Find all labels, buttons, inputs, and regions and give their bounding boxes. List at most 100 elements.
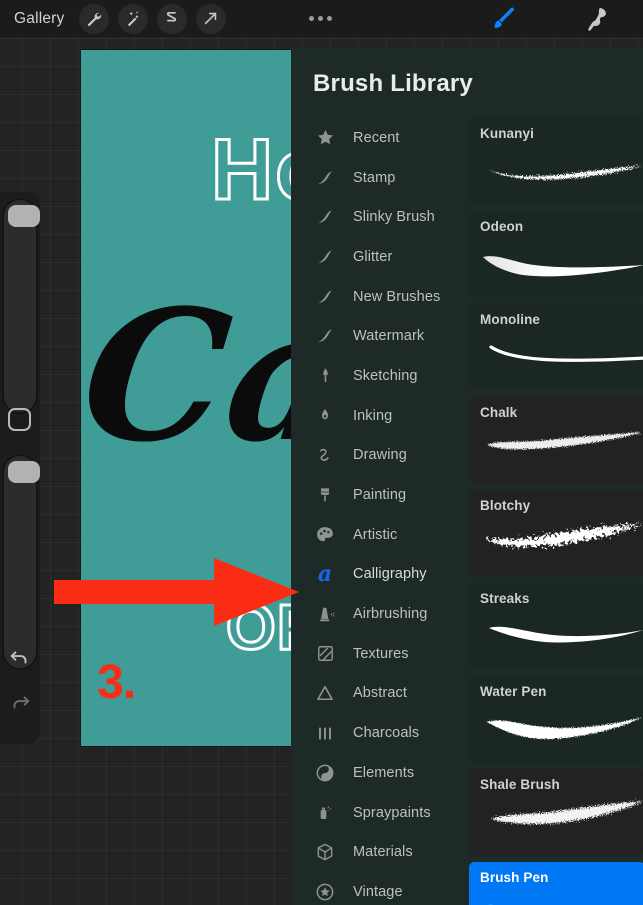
selection-icon[interactable] — [156, 3, 187, 34]
brush-name: Shale Brush — [480, 777, 560, 792]
palette-icon — [305, 515, 345, 555]
brush-category-elements[interactable]: Elements — [291, 753, 469, 793]
brush-category-label: New Brushes — [353, 288, 441, 305]
brush-category-stamp[interactable]: Stamp — [291, 158, 469, 198]
brush-card-chalk[interactable]: Chalk — [469, 397, 643, 483]
squiggle-icon — [305, 436, 345, 476]
brush-preview-stroke — [469, 609, 643, 667]
brush-card-brush-pen[interactable]: Brush Pen — [469, 862, 643, 905]
letter-a-icon: a — [317, 561, 333, 588]
brush-stroke-icon — [305, 158, 345, 198]
brush-stroke-icon — [305, 197, 345, 237]
star-icon — [305, 118, 345, 158]
brush-card-shale-brush[interactable]: Shale Brush — [469, 769, 643, 855]
brush-card-monoline[interactable]: Monoline — [469, 304, 643, 390]
undo-button[interactable] — [9, 646, 31, 673]
brush-category-label: Watermark — [353, 328, 425, 345]
brush-category-charcoals[interactable]: Charcoals — [291, 713, 469, 753]
brush-category-abstract[interactable]: Abstract — [291, 674, 469, 714]
modify-button[interactable] — [8, 408, 31, 431]
brush-category-list[interactable]: Recent Stamp Slinky Brush Glitter New Br… — [291, 118, 469, 905]
brush-card-blotchy[interactable]: Blotchy — [469, 490, 643, 576]
brush-name: Chalk — [480, 405, 518, 420]
brush-category-slinky-brush[interactable]: Slinky Brush — [291, 197, 469, 237]
undo-redo-group — [0, 646, 40, 718]
opacity-slider-thumb[interactable] — [8, 461, 40, 483]
more-dots-icon[interactable] — [309, 16, 333, 21]
yin-yang-icon — [305, 753, 345, 793]
spray-can-icon — [305, 793, 345, 833]
brush-library-panel: Brush Library Recent Stamp Slinky Brush — [291, 48, 643, 905]
brush-preview-stroke — [469, 795, 643, 853]
paint-brush-icon[interactable] — [485, 3, 521, 35]
brush-category-label: Materials — [353, 844, 413, 861]
opacity-slider[interactable] — [2, 454, 40, 670]
brush-category-materials[interactable]: Materials — [291, 832, 469, 872]
brush-category-watermark[interactable]: Watermark — [291, 316, 469, 356]
brush-category-airbrushing[interactable]: Airbrushing — [291, 594, 469, 634]
actions-wrench-icon[interactable] — [78, 3, 109, 34]
brush-category-spraypaints[interactable]: Spraypaints — [291, 793, 469, 833]
transform-arrow-icon[interactable] — [195, 3, 226, 34]
triangle-icon — [305, 674, 345, 714]
brush-category-new-brushes[interactable]: New Brushes — [291, 277, 469, 317]
brush-category-label: Glitter — [353, 248, 393, 265]
adjustments-wand-icon[interactable] — [117, 3, 148, 34]
top-toolbar: Gallery — [0, 0, 643, 37]
airbrush-icon — [305, 594, 345, 634]
gallery-button[interactable]: Gallery — [14, 10, 65, 28]
brush-card-kunanyi[interactable]: Kunanyi — [469, 118, 643, 204]
brush-size-slider[interactable] — [2, 198, 40, 414]
brush-card-streaks[interactable]: Streaks — [469, 583, 643, 669]
brush-name: Kunanyi — [480, 126, 534, 141]
brush-category-drawing[interactable]: Drawing — [291, 436, 469, 476]
annotation-arrow-icon — [54, 558, 299, 631]
brush-category-label: Charcoals — [353, 725, 420, 742]
brush-category-calligraphy[interactable]: a Calligraphy — [291, 555, 469, 595]
brush-preview-stroke — [469, 888, 643, 905]
brush-name: Brush Pen — [480, 870, 549, 885]
brush-size-slider-thumb[interactable] — [8, 205, 40, 227]
brush-category-textures[interactable]: Textures — [291, 634, 469, 674]
brush-category-label: Stamp — [353, 169, 396, 186]
brush-list[interactable]: Kunanyi Odeon Monoline Chalk Blotchy Str… — [469, 118, 643, 905]
procreate-app-window: Ho Ca OF Gallery 3. Brush Library Recent… — [0, 0, 643, 905]
brush-category-label: Spraypaints — [353, 804, 431, 821]
brush-library-title: Brush Library — [313, 70, 473, 97]
brush-category-inking[interactable]: Inking — [291, 396, 469, 436]
brush-card-odeon[interactable]: Odeon — [469, 211, 643, 297]
brush-category-label: Slinky Brush — [353, 209, 435, 226]
brush-category-label: Recent — [353, 129, 400, 146]
paint-brush-icon — [305, 475, 345, 515]
brush-category-label: Calligraphy — [353, 566, 427, 583]
right-tool-group — [485, 3, 643, 35]
brush-category-painting[interactable]: Painting — [291, 475, 469, 515]
brush-preview-stroke — [469, 237, 643, 295]
brush-category-vintage[interactable]: Vintage — [291, 872, 469, 905]
brush-name: Monoline — [480, 312, 541, 327]
brush-category-label: Sketching — [353, 367, 418, 384]
brush-preview-stroke — [469, 516, 643, 574]
brush-category-label: Vintage — [353, 883, 403, 900]
brush-stroke-icon — [305, 237, 345, 277]
ink-nib-icon — [305, 396, 345, 436]
brush-category-sketching[interactable]: Sketching — [291, 356, 469, 396]
brush-preview-stroke — [469, 423, 643, 481]
brush-preview-stroke — [469, 144, 643, 202]
left-tool-sidebar — [0, 192, 40, 744]
brush-stroke-icon — [305, 316, 345, 356]
annotation-step-number: 3. — [97, 656, 136, 709]
brush-category-recent[interactable]: Recent — [291, 118, 469, 158]
brush-card-water-pen[interactable]: Water Pen — [469, 676, 643, 762]
brush-category-glitter[interactable]: Glitter — [291, 237, 469, 277]
brush-name: Water Pen — [480, 684, 547, 699]
brush-category-artistic[interactable]: Artistic — [291, 515, 469, 555]
brush-stroke-icon — [305, 277, 345, 317]
smudge-icon[interactable] — [579, 3, 615, 35]
brush-category-label: Drawing — [353, 447, 407, 464]
hatch-square-icon — [305, 634, 345, 674]
brush-category-label: Painting — [353, 487, 407, 504]
pencil-icon — [305, 356, 345, 396]
redo-button[interactable] — [9, 691, 31, 718]
brush-category-label: Elements — [353, 764, 415, 781]
